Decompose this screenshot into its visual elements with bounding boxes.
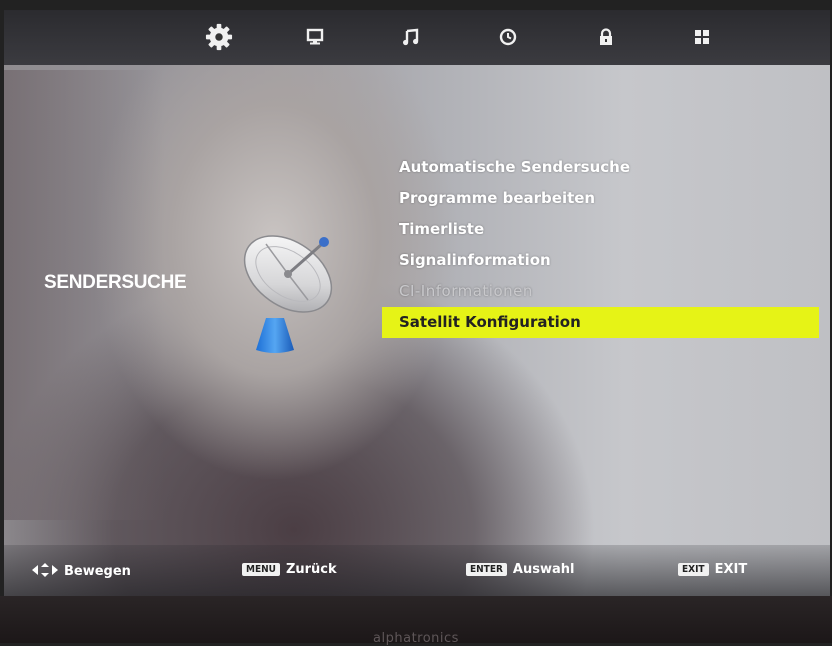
brand-logo: alphatronics bbox=[373, 631, 459, 646]
hint-exit-label: EXIT bbox=[714, 562, 748, 577]
menu-item-timerliste[interactable]: Timerliste bbox=[399, 214, 819, 245]
hint-select: ENTER Auswahl bbox=[466, 562, 574, 577]
menu-item-satellit-konfiguration[interactable]: Satellit Konfiguration bbox=[382, 307, 819, 338]
hint-move: Bewegen bbox=[32, 562, 131, 581]
category-title: SENDERSUCHE bbox=[44, 272, 187, 293]
hint-back-label: Zurück bbox=[285, 562, 337, 577]
hint-back: MENU Zurück bbox=[242, 562, 337, 577]
satellite-dish-icon bbox=[236, 222, 346, 356]
background-photo-overlay bbox=[4, 70, 164, 520]
top-tab-bar bbox=[4, 10, 830, 65]
clock-icon[interactable] bbox=[494, 24, 522, 50]
exit-key-badge: EXIT bbox=[678, 563, 709, 576]
grid-icon[interactable] bbox=[688, 24, 716, 50]
settings-menu: Automatische Sendersuche Programme bearb… bbox=[382, 152, 819, 338]
hint-bar: Bewegen MENU Zurück ENTER Auswahl EXIT E… bbox=[4, 545, 830, 596]
directional-arrows-icon bbox=[32, 562, 58, 581]
hint-select-label: Auswahl bbox=[512, 562, 575, 577]
lock-icon[interactable] bbox=[592, 24, 620, 50]
menu-item-signalinformation[interactable]: Signalinformation bbox=[399, 245, 819, 276]
tv-screen: SENDERSUCHE Automatische Sendersuche Pro… bbox=[4, 10, 830, 596]
menu-item-automatische-sendersuche[interactable]: Automatische Sendersuche bbox=[399, 152, 819, 183]
hint-exit: EXIT EXIT bbox=[678, 562, 747, 577]
menu-key-badge: MENU bbox=[242, 563, 280, 576]
monitor-icon[interactable] bbox=[301, 24, 329, 50]
menu-item-ci-informationen: CI-Informationen bbox=[399, 282, 533, 300]
gear-icon[interactable] bbox=[205, 23, 233, 51]
enter-key-badge: ENTER bbox=[466, 563, 507, 576]
hint-move-label: Bewegen bbox=[64, 564, 131, 579]
menu-item-programme-bearbeiten[interactable]: Programme bearbeiten bbox=[399, 183, 819, 214]
music-note-icon[interactable] bbox=[397, 24, 425, 50]
